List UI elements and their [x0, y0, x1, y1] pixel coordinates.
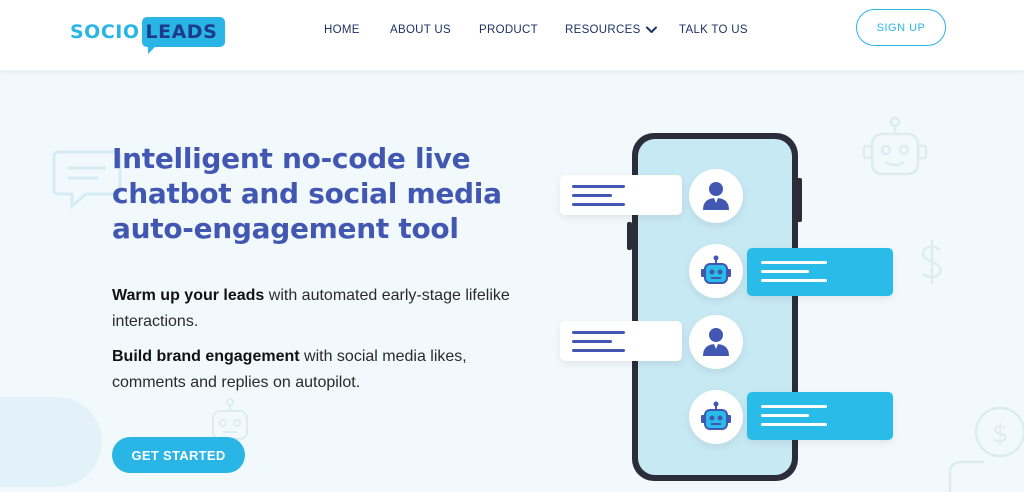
nav-talk-to-us[interactable]: TALK TO US: [679, 24, 748, 36]
robot-icon: [701, 255, 731, 284]
robot-icon: [701, 401, 731, 430]
hero-paragraph-leads-bold: Warm up your leads: [112, 287, 265, 304]
nav-about-us[interactable]: ABOUT US: [390, 24, 451, 36]
nav-resources[interactable]: RESOURCES: [565, 24, 657, 36]
text-line: [761, 405, 827, 408]
text-line: [572, 349, 625, 352]
hero-paragraph-engagement-bold: Build brand engagement: [112, 348, 300, 365]
text-line: [761, 414, 809, 417]
user-icon: [703, 328, 729, 356]
get-started-button[interactable]: GET STARTED: [112, 437, 245, 473]
chevron-down-icon: [645, 26, 657, 33]
user-avatar: [689, 169, 743, 223]
text-line: [761, 423, 827, 426]
user-message-bubble: [560, 321, 682, 361]
logo-bubble: LEADS: [141, 17, 226, 54]
hero-paragraph-engagement: Build brand engagement with social media…: [112, 344, 532, 396]
text-line: [572, 331, 625, 334]
text-line: [761, 270, 809, 273]
bot-avatar: [689, 390, 743, 444]
bot-message-bubble: [747, 248, 893, 296]
nav-resources-label: RESOURCES: [565, 24, 641, 36]
dollar-icon: [921, 240, 942, 284]
text-line: [761, 279, 827, 282]
bot-avatar: [689, 244, 743, 298]
decorative-blob: [0, 397, 102, 487]
logo-text-socio: SOCIO: [70, 21, 140, 43]
nav-product[interactable]: PRODUCT: [479, 24, 538, 36]
logo-text-leads: LEADS: [145, 21, 218, 43]
site-header: SOCIO LEADS HOME ABOUT US PRODUCT RESOUR…: [0, 0, 1024, 70]
logo[interactable]: SOCIO LEADS: [70, 10, 226, 54]
hero-headline: Intelligent no-code live chatbot and soc…: [112, 142, 502, 245]
text-line: [572, 194, 612, 197]
coin-icon: $: [948, 406, 1024, 492]
text-line: [761, 261, 827, 264]
svg-text:$: $: [992, 419, 1009, 449]
user-icon: [703, 182, 729, 210]
nav-home[interactable]: HOME: [324, 24, 360, 36]
sign-up-button[interactable]: SIGN UP: [856, 9, 946, 46]
text-line: [572, 203, 625, 206]
robot-icon: [862, 116, 928, 176]
user-message-bubble: [560, 175, 682, 215]
user-avatar: [689, 315, 743, 369]
text-line: [572, 185, 625, 188]
bot-message-bubble: [747, 392, 893, 440]
hero-paragraph-leads: Warm up your leads with automated early-…: [112, 283, 532, 335]
text-line: [572, 340, 612, 343]
